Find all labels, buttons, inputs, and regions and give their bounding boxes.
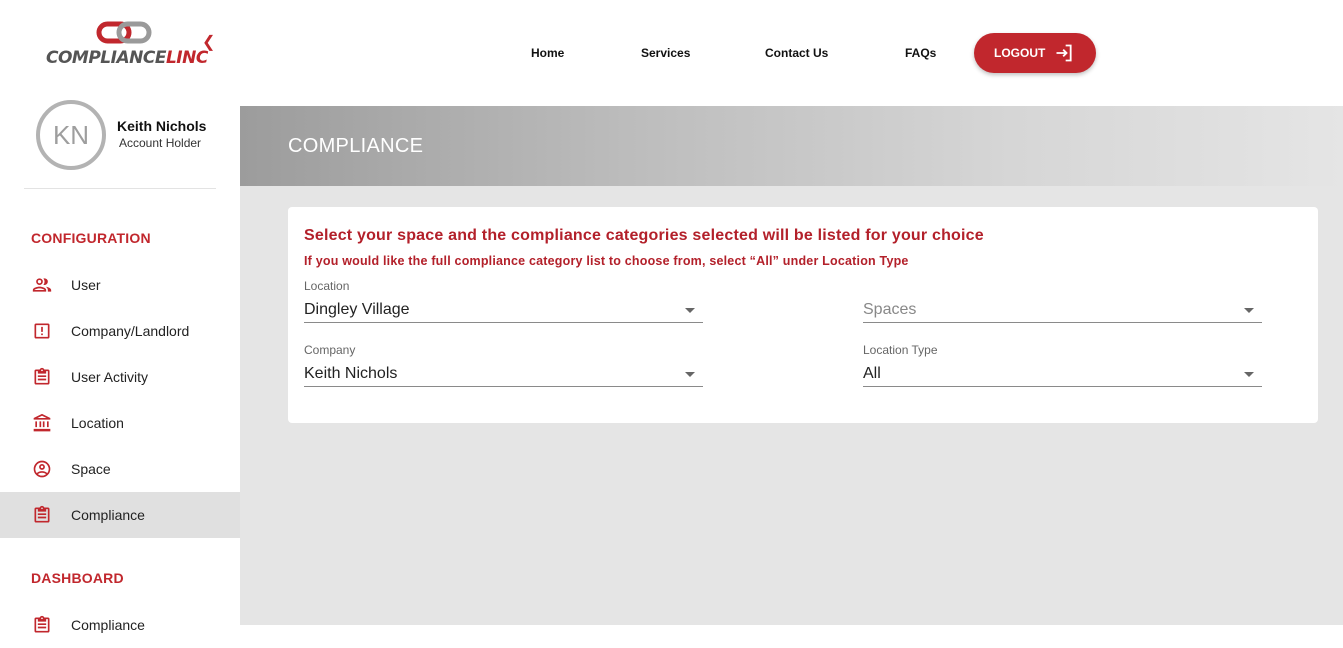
field-label: Company — [304, 343, 356, 357]
sidebar-item-label: Company/Landlord — [71, 323, 190, 339]
location-select[interactable]: Location Dingley Village — [304, 279, 703, 323]
bank-icon — [33, 413, 51, 432]
section-configuration: CONFIGURATION — [31, 230, 151, 246]
alert-box-icon — [34, 323, 50, 339]
nav-home-link[interactable]: Home — [531, 46, 564, 60]
profile-name: Keith Nichols — [117, 118, 207, 134]
main-content: COMPLIANCE Select your space and the com… — [240, 106, 1343, 625]
sidebar: COMPLIANCELINC ❮ KN Keith Nichols Accoun… — [0, 0, 240, 644]
avatar: KN — [36, 100, 106, 170]
clipboard-icon — [34, 367, 50, 385]
sidebar-item-label: Compliance — [71, 507, 145, 523]
chain-link-logo-icon — [96, 21, 152, 44]
sidebar-item-user-activity[interactable]: User Activity — [0, 354, 240, 400]
nav-contact-link[interactable]: Contact Us — [765, 46, 828, 60]
sidebar-item-compliance[interactable]: Compliance — [0, 492, 240, 538]
logout-button[interactable]: LOGOUT — [974, 33, 1096, 73]
chevron-left-icon[interactable]: ❮ — [202, 32, 215, 52]
location-type-select[interactable]: Location Type All — [863, 343, 1262, 387]
nav-services-link[interactable]: Services — [641, 46, 690, 60]
sidebar-item-dashboard-compliance[interactable]: Compliance — [0, 602, 240, 648]
clipboard-icon — [34, 505, 50, 523]
card-subheading: If you would like the full compliance ca… — [304, 254, 909, 268]
field-label: Location — [304, 279, 350, 293]
users-icon — [32, 278, 52, 292]
sidebar-item-company-landlord[interactable]: Company/Landlord — [0, 308, 240, 354]
page-banner: COMPLIANCE — [240, 106, 1343, 186]
field-label: Location Type — [863, 343, 938, 357]
page-title: COMPLIANCE — [288, 135, 424, 157]
clipboard-icon — [34, 615, 50, 633]
compliance-filter-card: Select your space and the compliance cat… — [288, 207, 1318, 423]
logout-icon — [1056, 44, 1072, 62]
footer-strip — [240, 625, 1343, 644]
account-circle-icon — [33, 460, 51, 478]
field-value: All — [863, 365, 881, 382]
dropdown-arrow-icon — [685, 372, 695, 377]
dropdown-arrow-icon — [1244, 372, 1254, 377]
card-heading: Select your space and the compliance cat… — [304, 227, 984, 244]
sidebar-item-label: Compliance — [71, 617, 145, 633]
sidebar-item-space[interactable]: Space — [0, 446, 240, 492]
top-navigation: Home Services Contact Us FAQs LOGOUT — [240, 0, 1343, 106]
logo-text-main: COMPLIANCE — [46, 48, 166, 68]
sidebar-item-user[interactable]: User — [0, 262, 240, 308]
dropdown-arrow-icon — [1244, 308, 1254, 313]
sidebar-item-label: Location — [71, 415, 124, 431]
nav-faqs-link[interactable]: FAQs — [905, 46, 936, 60]
sidebar-item-label: User Activity — [71, 369, 149, 385]
sidebar-item-label: Space — [71, 461, 111, 477]
dropdown-arrow-icon — [685, 308, 695, 313]
sidebar-item-location[interactable]: Location — [0, 400, 240, 446]
company-select[interactable]: Company Keith Nichols — [304, 343, 703, 387]
sidebar-item-label: User — [71, 277, 101, 293]
field-value: Dingley Village — [304, 301, 410, 318]
profile-role: Account Holder — [119, 136, 202, 150]
compliancelinc-logo[interactable]: COMPLIANCELINC — [46, 20, 208, 70]
field-placeholder: Spaces — [863, 301, 917, 318]
section-dashboard: DASHBOARD — [31, 570, 124, 586]
logo-text: COMPLIANCELINC — [46, 48, 208, 68]
field-value: Keith Nichols — [304, 365, 398, 382]
user-profile: KN Keith Nichols Account Holder — [24, 100, 216, 189]
spaces-select[interactable]: Spaces — [863, 279, 1262, 323]
logout-label: LOGOUT — [994, 46, 1046, 60]
